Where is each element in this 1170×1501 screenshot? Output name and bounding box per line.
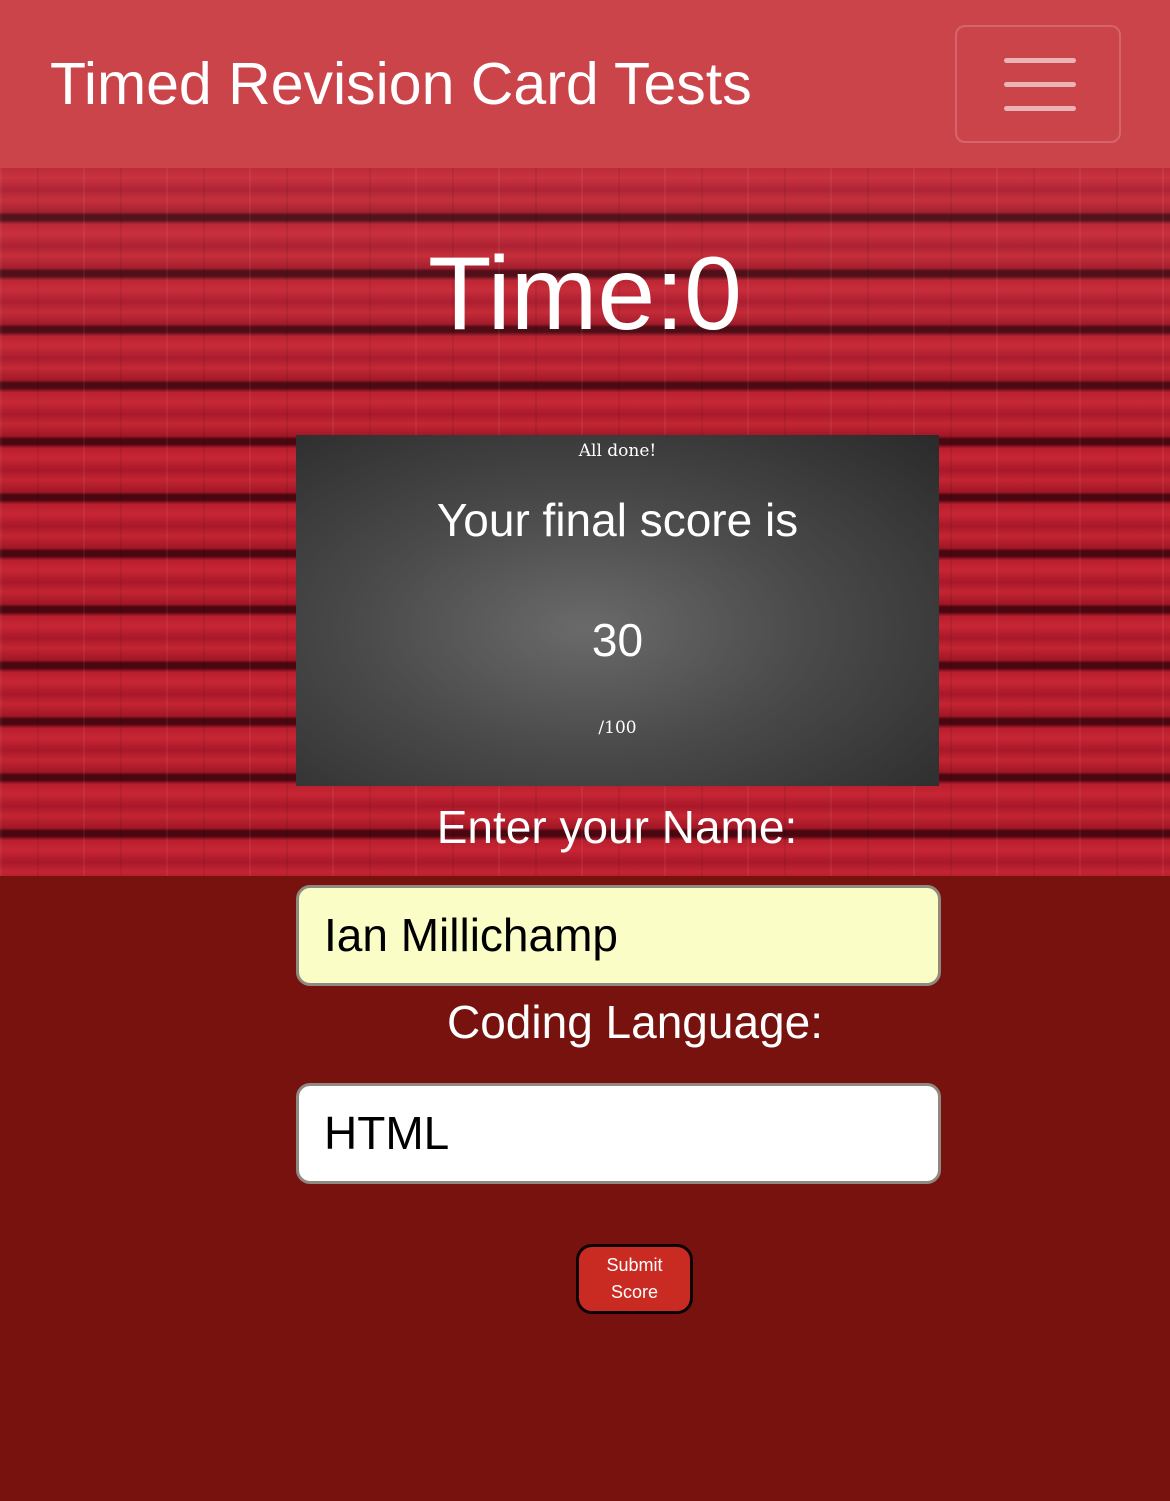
hamburger-menu-icon-bar-2 — [1004, 82, 1076, 87]
result-heading: All done! — [578, 441, 657, 461]
timer-display: Time:0 — [428, 236, 742, 352]
submit-score-button[interactable]: Submit Score — [576, 1244, 693, 1314]
score-out-of: /100 — [598, 718, 637, 738]
hamburger-menu-icon-bar-3 — [1004, 106, 1076, 111]
hamburger-menu-icon — [1004, 58, 1076, 63]
navbar: Timed Revision Card Tests — [0, 0, 1170, 168]
final-score-value: 30 — [591, 614, 644, 666]
brand-title[interactable]: Timed Revision Card Tests — [50, 48, 752, 120]
wood-background-section: Time:0 All done! Your final score is 30 … — [0, 168, 1170, 876]
submit-label-line1: Submit — [606, 1255, 663, 1275]
result-card: All done! Your final score is 30 /100 — [296, 435, 939, 786]
coding-language-label: Coding Language: — [447, 996, 823, 1048]
submit-label-line2: Score — [610, 1282, 659, 1302]
name-input[interactable]: Ian Millichamp — [296, 885, 941, 986]
final-score-message: Your final score is — [436, 494, 799, 546]
coding-language-input[interactable]: HTML — [296, 1083, 941, 1184]
menu-toggle-button[interactable] — [955, 25, 1121, 143]
name-label: Enter your Name: — [436, 801, 798, 853]
